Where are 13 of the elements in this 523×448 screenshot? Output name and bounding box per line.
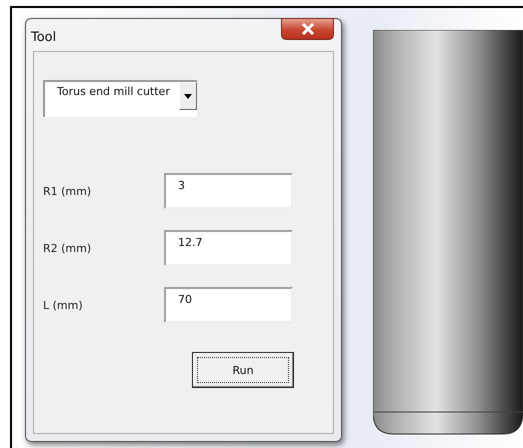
field-label: R1 (mm) xyxy=(43,184,92,198)
close-icon xyxy=(300,23,314,35)
field-label: R2 (mm) xyxy=(43,242,92,254)
close-button[interactable] xyxy=(281,18,334,40)
tool-type-dropdown[interactable]: Torus end mill cutter xyxy=(43,80,197,117)
run-button[interactable]: Run xyxy=(192,352,294,388)
input-field[interactable]: 12.7 xyxy=(164,230,293,266)
input-field[interactable]: 70 xyxy=(164,287,293,323)
input-field[interactable]: 3 xyxy=(164,173,293,209)
window-title: Tool xyxy=(31,30,56,45)
field-label: L (mm) xyxy=(43,298,84,312)
dropdown-button[interactable] xyxy=(179,82,197,110)
caret-icon xyxy=(184,94,192,98)
